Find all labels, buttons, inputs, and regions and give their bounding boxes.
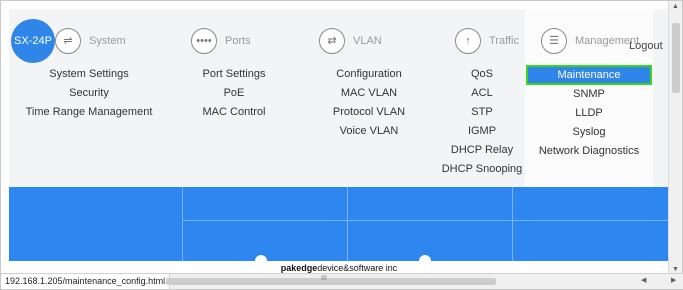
menu-column-traffic: ↑ Traffic QoS ACL STP IGMP DHCP Relay DH… xyxy=(439,9,525,187)
menu-item-snmp[interactable]: SNMP xyxy=(573,85,605,104)
device-model-badge[interactable]: SX-24P xyxy=(11,19,55,63)
menu-column-vlan: ⇄ VLAN Configuration MAC VLAN Protocol V… xyxy=(299,9,439,187)
grid-divider xyxy=(347,187,348,261)
menu-item-acl[interactable]: ACL xyxy=(471,84,492,103)
menu-header-label: Traffic xyxy=(489,35,519,47)
grid-divider xyxy=(182,220,669,221)
menu-column-management: ☰ Management Maintenance SNMP LLDP Syslo… xyxy=(525,9,653,187)
vertical-scrollbar[interactable]: ▲ ▼ xyxy=(668,1,682,275)
footer-brand-bold: pakedge xyxy=(280,263,318,273)
browser-viewport: SX-24P ⇌ System System Settings Security… xyxy=(0,0,683,290)
menu-item-maintenance[interactable]: Maintenance xyxy=(526,65,652,85)
menu-item-stp[interactable]: STP xyxy=(471,103,492,122)
menu-header-label: VLAN xyxy=(353,35,382,47)
menu-item-poe[interactable]: PoE xyxy=(224,84,245,103)
sliders-icon: ⇌ xyxy=(55,28,81,54)
mega-menu: SX-24P ⇌ System System Settings Security… xyxy=(9,9,669,187)
scroll-up-icon[interactable]: ▲ xyxy=(672,3,679,10)
menu-header-traffic[interactable]: ↑ Traffic xyxy=(455,27,525,55)
menu-item-mac-vlan[interactable]: MAC VLAN xyxy=(341,84,397,103)
grid-divider xyxy=(182,187,183,261)
menu-item-lldp[interactable]: LLDP xyxy=(575,104,603,123)
menu-items-system: System Settings Security Time Range Mana… xyxy=(9,65,169,122)
menu-item-voice-vlan[interactable]: Voice VLAN xyxy=(340,122,399,141)
menu-header-vlan[interactable]: ⇄ VLAN xyxy=(319,27,439,55)
device-model-label: SX-24P xyxy=(14,35,52,47)
menu-column-ports: •••• Ports Port Settings PoE MAC Control xyxy=(169,9,299,187)
grid-divider xyxy=(512,187,513,261)
menu-header-label: Ports xyxy=(225,35,251,47)
menu-item-port-settings[interactable]: Port Settings xyxy=(203,65,266,84)
scroll-grip: III xyxy=(321,275,327,282)
content-background xyxy=(9,187,669,267)
menu-item-system-settings[interactable]: System Settings xyxy=(49,65,128,84)
list-icon: ☰ xyxy=(541,28,567,54)
dots-icon: •••• xyxy=(191,28,217,54)
menu-header-ports[interactable]: •••• Ports xyxy=(191,27,299,55)
menu-header-system[interactable]: ⇌ System xyxy=(55,27,169,55)
menu-column-system: SX-24P ⇌ System System Settings Security… xyxy=(9,9,169,187)
arrow-up-icon: ↑ xyxy=(455,28,481,54)
horizontal-scroll-thumb[interactable] xyxy=(166,278,496,285)
menu-items-vlan: Configuration MAC VLAN Protocol VLAN Voi… xyxy=(299,65,439,141)
menu-items-traffic: QoS ACL STP IGMP DHCP Relay DHCP Snoopin… xyxy=(439,65,525,179)
footer-brand-rest: device&software inc xyxy=(317,263,398,273)
vertical-scroll-thumb[interactable] xyxy=(672,23,680,93)
menu-items-ports: Port Settings PoE MAC Control xyxy=(169,65,299,122)
menu-item-network-diagnostics[interactable]: Network Diagnostics xyxy=(539,142,639,161)
menu-item-security[interactable]: Security xyxy=(69,84,109,103)
menu-item-dhcp-relay[interactable]: DHCP Relay xyxy=(451,141,513,160)
menu-item-syslog[interactable]: Syslog xyxy=(572,123,605,142)
menu-item-igmp[interactable]: IGMP xyxy=(468,122,496,141)
menu-item-qos[interactable]: QoS xyxy=(471,65,493,84)
menu-header-label: System xyxy=(89,35,126,47)
scroll-right-icon[interactable]: ▶ xyxy=(671,276,676,284)
menu-item-protocol-vlan[interactable]: Protocol VLAN xyxy=(333,103,405,122)
scroll-left-icon[interactable]: ◀ xyxy=(641,276,646,284)
menu-item-configuration[interactable]: Configuration xyxy=(336,65,401,84)
menu-item-dhcp-snooping[interactable]: DHCP Snooping xyxy=(442,160,523,179)
menu-item-mac-control[interactable]: MAC Control xyxy=(203,103,266,122)
logout-link[interactable]: Logout xyxy=(629,40,663,52)
scroll-down-icon[interactable]: ▼ xyxy=(672,266,679,273)
network-icon: ⇄ xyxy=(319,28,345,54)
menu-items-management: Maintenance SNMP LLDP Syslog Network Dia… xyxy=(525,65,653,161)
browser-status-bar: 192.168.1.205/maintenance_config.html II… xyxy=(1,273,683,289)
menu-item-time-range-management[interactable]: Time Range Management xyxy=(26,103,153,122)
status-url: 192.168.1.205/maintenance_config.html xyxy=(1,274,171,289)
